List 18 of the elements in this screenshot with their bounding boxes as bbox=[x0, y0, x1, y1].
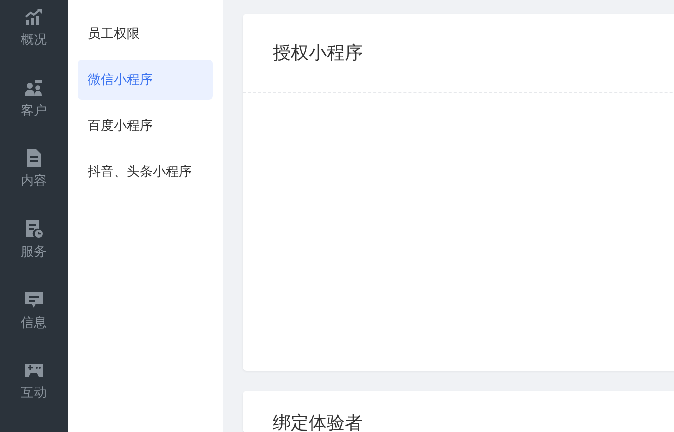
users-icon[interactable] bbox=[25, 78, 43, 97]
service-icon[interactable] bbox=[25, 220, 43, 238]
gamepad-icon[interactable] bbox=[24, 361, 44, 380]
message-icon[interactable] bbox=[25, 290, 43, 309]
nav-item[interactable]: 服务 bbox=[21, 244, 47, 260]
nav-item[interactable]: 客户 bbox=[21, 102, 47, 119]
nav-item[interactable]: 信息 bbox=[21, 314, 47, 331]
submenu-item[interactable]: 抖音、头条小程序 bbox=[78, 152, 213, 192]
nav-item[interactable]: 内容 bbox=[21, 173, 47, 190]
doc-icon[interactable] bbox=[26, 149, 42, 168]
submenu-item[interactable]: 微信小程序 bbox=[78, 60, 213, 100]
nav-item[interactable]: 互动 bbox=[21, 385, 47, 402]
submenu-item[interactable]: 百度小程序 bbox=[78, 106, 213, 146]
chart-icon[interactable] bbox=[25, 8, 43, 26]
submenu-item[interactable]: 员工权限 bbox=[78, 14, 213, 54]
nav-item[interactable]: 概况 bbox=[21, 32, 47, 48]
card-title: 授权小程序 bbox=[273, 43, 363, 63]
card-title: 绑定体验者 bbox=[273, 413, 363, 432]
